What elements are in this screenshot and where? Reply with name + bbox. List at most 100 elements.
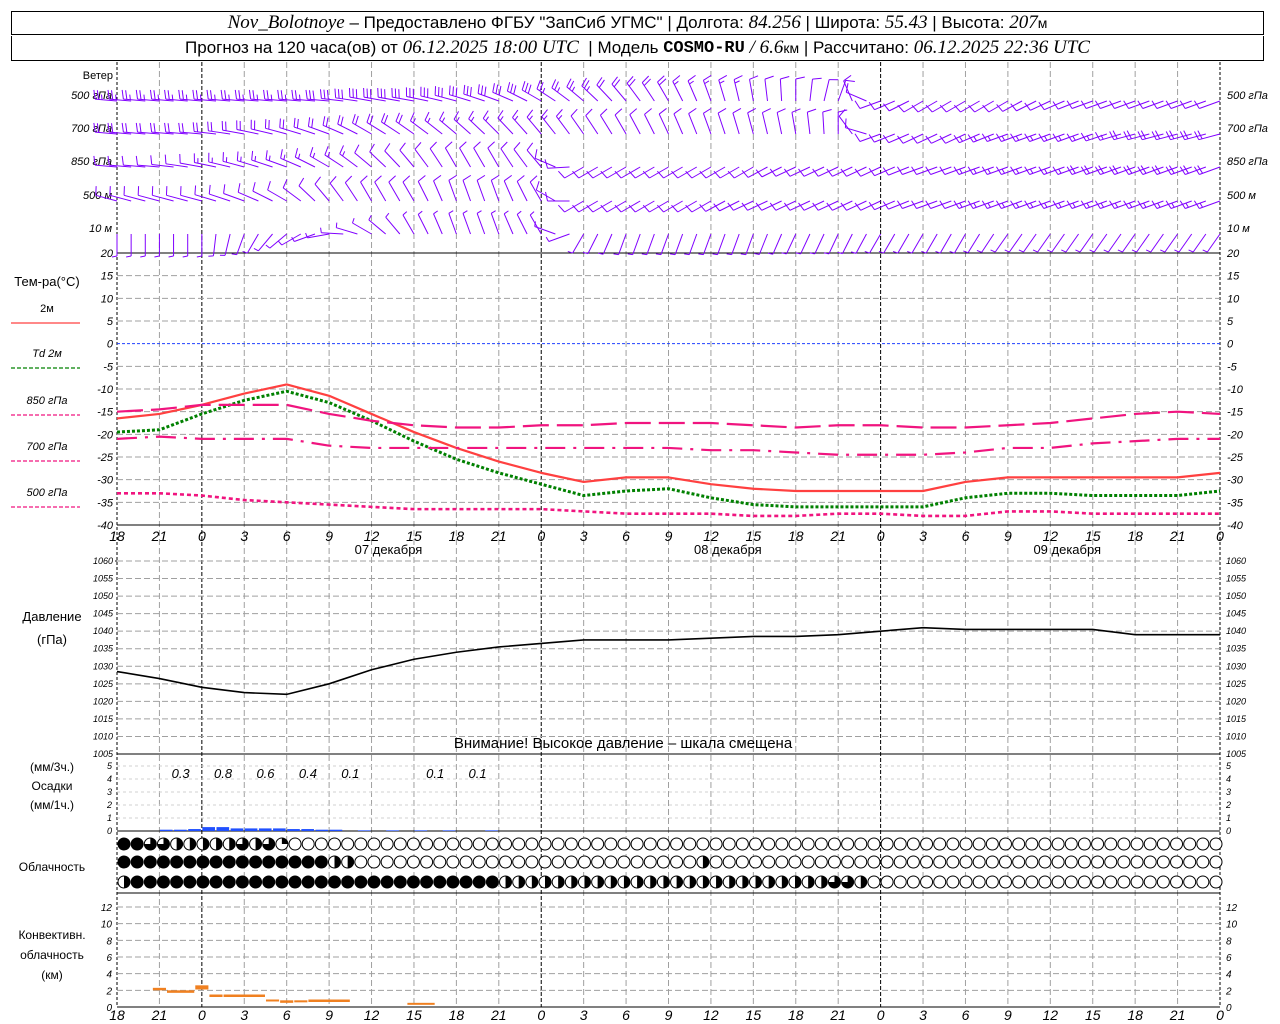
y-tick-label: 1045 bbox=[93, 609, 114, 619]
cloud-cover-symbol bbox=[906, 875, 920, 889]
cloud-circle bbox=[393, 837, 407, 851]
cloud-circle bbox=[788, 855, 802, 869]
wind-barb bbox=[319, 89, 344, 102]
wind-barb bbox=[685, 166, 712, 179]
wind-barb-feather bbox=[248, 89, 252, 100]
cloud-cover-symbol bbox=[485, 855, 499, 869]
cloud-circle bbox=[288, 855, 302, 869]
cloud-cover-symbol bbox=[275, 855, 289, 869]
wind-barb-feather bbox=[308, 90, 312, 100]
cloud-cover-symbol bbox=[183, 837, 197, 851]
cloud-circle bbox=[972, 875, 986, 889]
cloud-circle bbox=[985, 875, 999, 889]
wind-barb bbox=[433, 210, 443, 235]
cloud-circle bbox=[249, 855, 263, 869]
wind-barb-shaft bbox=[1164, 233, 1178, 253]
wind-barb-shaft bbox=[897, 233, 910, 254]
cloud-cover-symbol bbox=[499, 837, 513, 851]
wind-barb-feather bbox=[399, 142, 406, 151]
cloud-circle bbox=[301, 855, 315, 869]
cloud-circle bbox=[893, 875, 907, 889]
cloud-fill bbox=[255, 838, 262, 850]
cloud-cover-symbol bbox=[867, 837, 881, 851]
wind-barb-feather bbox=[780, 76, 790, 80]
wind-barb-half-feather bbox=[385, 212, 390, 218]
cloud-circle bbox=[946, 875, 960, 889]
wind-barb bbox=[581, 77, 599, 102]
y-tick-label: -25 bbox=[1227, 452, 1244, 464]
wind-barb bbox=[572, 166, 599, 179]
wind-barb bbox=[851, 233, 867, 254]
cloud-circle bbox=[170, 875, 184, 889]
wind-barb-feather bbox=[468, 110, 474, 120]
wind-barb-shaft bbox=[842, 233, 853, 254]
wind-barb bbox=[868, 133, 895, 143]
wind-barb-shaft bbox=[448, 180, 457, 202]
cloud-cover-symbol bbox=[670, 855, 684, 869]
wind-barb bbox=[377, 87, 400, 102]
wind-barb bbox=[749, 75, 759, 102]
cloud-cover-symbol bbox=[1064, 837, 1078, 851]
wind-barb bbox=[642, 166, 669, 179]
cloud-cover-symbol bbox=[459, 855, 473, 869]
wind-barb-half-feather bbox=[214, 94, 216, 100]
cloud-circle bbox=[170, 855, 184, 869]
wind-barb bbox=[1160, 233, 1178, 253]
wind-barb-feather bbox=[534, 149, 538, 159]
cloud-cover-symbol bbox=[485, 837, 499, 851]
cloud-circle bbox=[1209, 855, 1223, 869]
cloud-circle bbox=[406, 837, 420, 851]
cloud-circle bbox=[893, 855, 907, 869]
x-tick-label: 21 bbox=[490, 1007, 507, 1023]
cloud-cover-symbol bbox=[367, 855, 381, 869]
wind-barb-shaft bbox=[845, 127, 867, 135]
wind-barb bbox=[1188, 233, 1207, 253]
wind-barb-feather bbox=[614, 170, 622, 179]
cloud-circle bbox=[933, 855, 947, 869]
wind-barb-feather bbox=[326, 90, 329, 100]
wind-barb bbox=[545, 191, 570, 202]
wind-barb-shaft bbox=[869, 233, 882, 254]
wind-barb bbox=[402, 211, 415, 235]
wind-barb-half-feather bbox=[959, 202, 963, 208]
cloud-cover-symbol bbox=[841, 875, 855, 889]
wind-barb-shaft bbox=[399, 149, 415, 168]
y-tick-label: 4 bbox=[107, 774, 112, 784]
wind-barb-feather bbox=[329, 176, 337, 184]
wind-barb-feather bbox=[238, 90, 241, 100]
cloud-cover-symbol bbox=[814, 855, 828, 869]
cloud-cover-symbol bbox=[314, 855, 328, 869]
convective-cloud-bar bbox=[209, 994, 223, 997]
y-tick-label: 1050 bbox=[93, 591, 113, 601]
wind-barb bbox=[168, 234, 175, 258]
wind-barb-feather bbox=[417, 175, 426, 182]
cloud-cover-symbol bbox=[183, 875, 197, 889]
wind-barb-feather bbox=[572, 204, 580, 213]
cloud-cover-symbol bbox=[262, 875, 276, 889]
cloud-cover-symbol bbox=[209, 855, 223, 869]
wind-barb-feather bbox=[192, 122, 195, 132]
convective-label: Конвективн. bbox=[18, 928, 85, 942]
wind-barb-shaft bbox=[732, 112, 740, 135]
wind-barb-feather bbox=[311, 118, 314, 128]
precip-3h-sum: 0.6 bbox=[256, 766, 275, 781]
x-tick-label: 18 bbox=[788, 528, 804, 544]
cloud-cover-symbol bbox=[262, 855, 276, 869]
cloud-circle bbox=[1077, 855, 1091, 869]
wind-barb-shaft bbox=[402, 214, 415, 235]
wind-barb-feather bbox=[294, 148, 299, 158]
cloud-circle bbox=[367, 855, 381, 869]
wind-barb-shaft bbox=[587, 233, 599, 254]
cloud-circle bbox=[1064, 875, 1078, 889]
cloud-cover-symbol bbox=[525, 855, 539, 869]
cloud-circle bbox=[262, 875, 276, 889]
legend-label: Td 2м bbox=[32, 348, 62, 360]
y-tick-label: 1015 bbox=[93, 714, 114, 724]
date-label: 08 декабря bbox=[694, 542, 762, 557]
cloud-fill bbox=[755, 876, 762, 888]
x-tick-label: 18 bbox=[788, 1007, 804, 1023]
wind-barb bbox=[776, 108, 786, 135]
cloud-circle bbox=[1051, 875, 1065, 889]
wind-barb bbox=[265, 233, 288, 249]
x-tick-label: 21 bbox=[490, 528, 507, 544]
